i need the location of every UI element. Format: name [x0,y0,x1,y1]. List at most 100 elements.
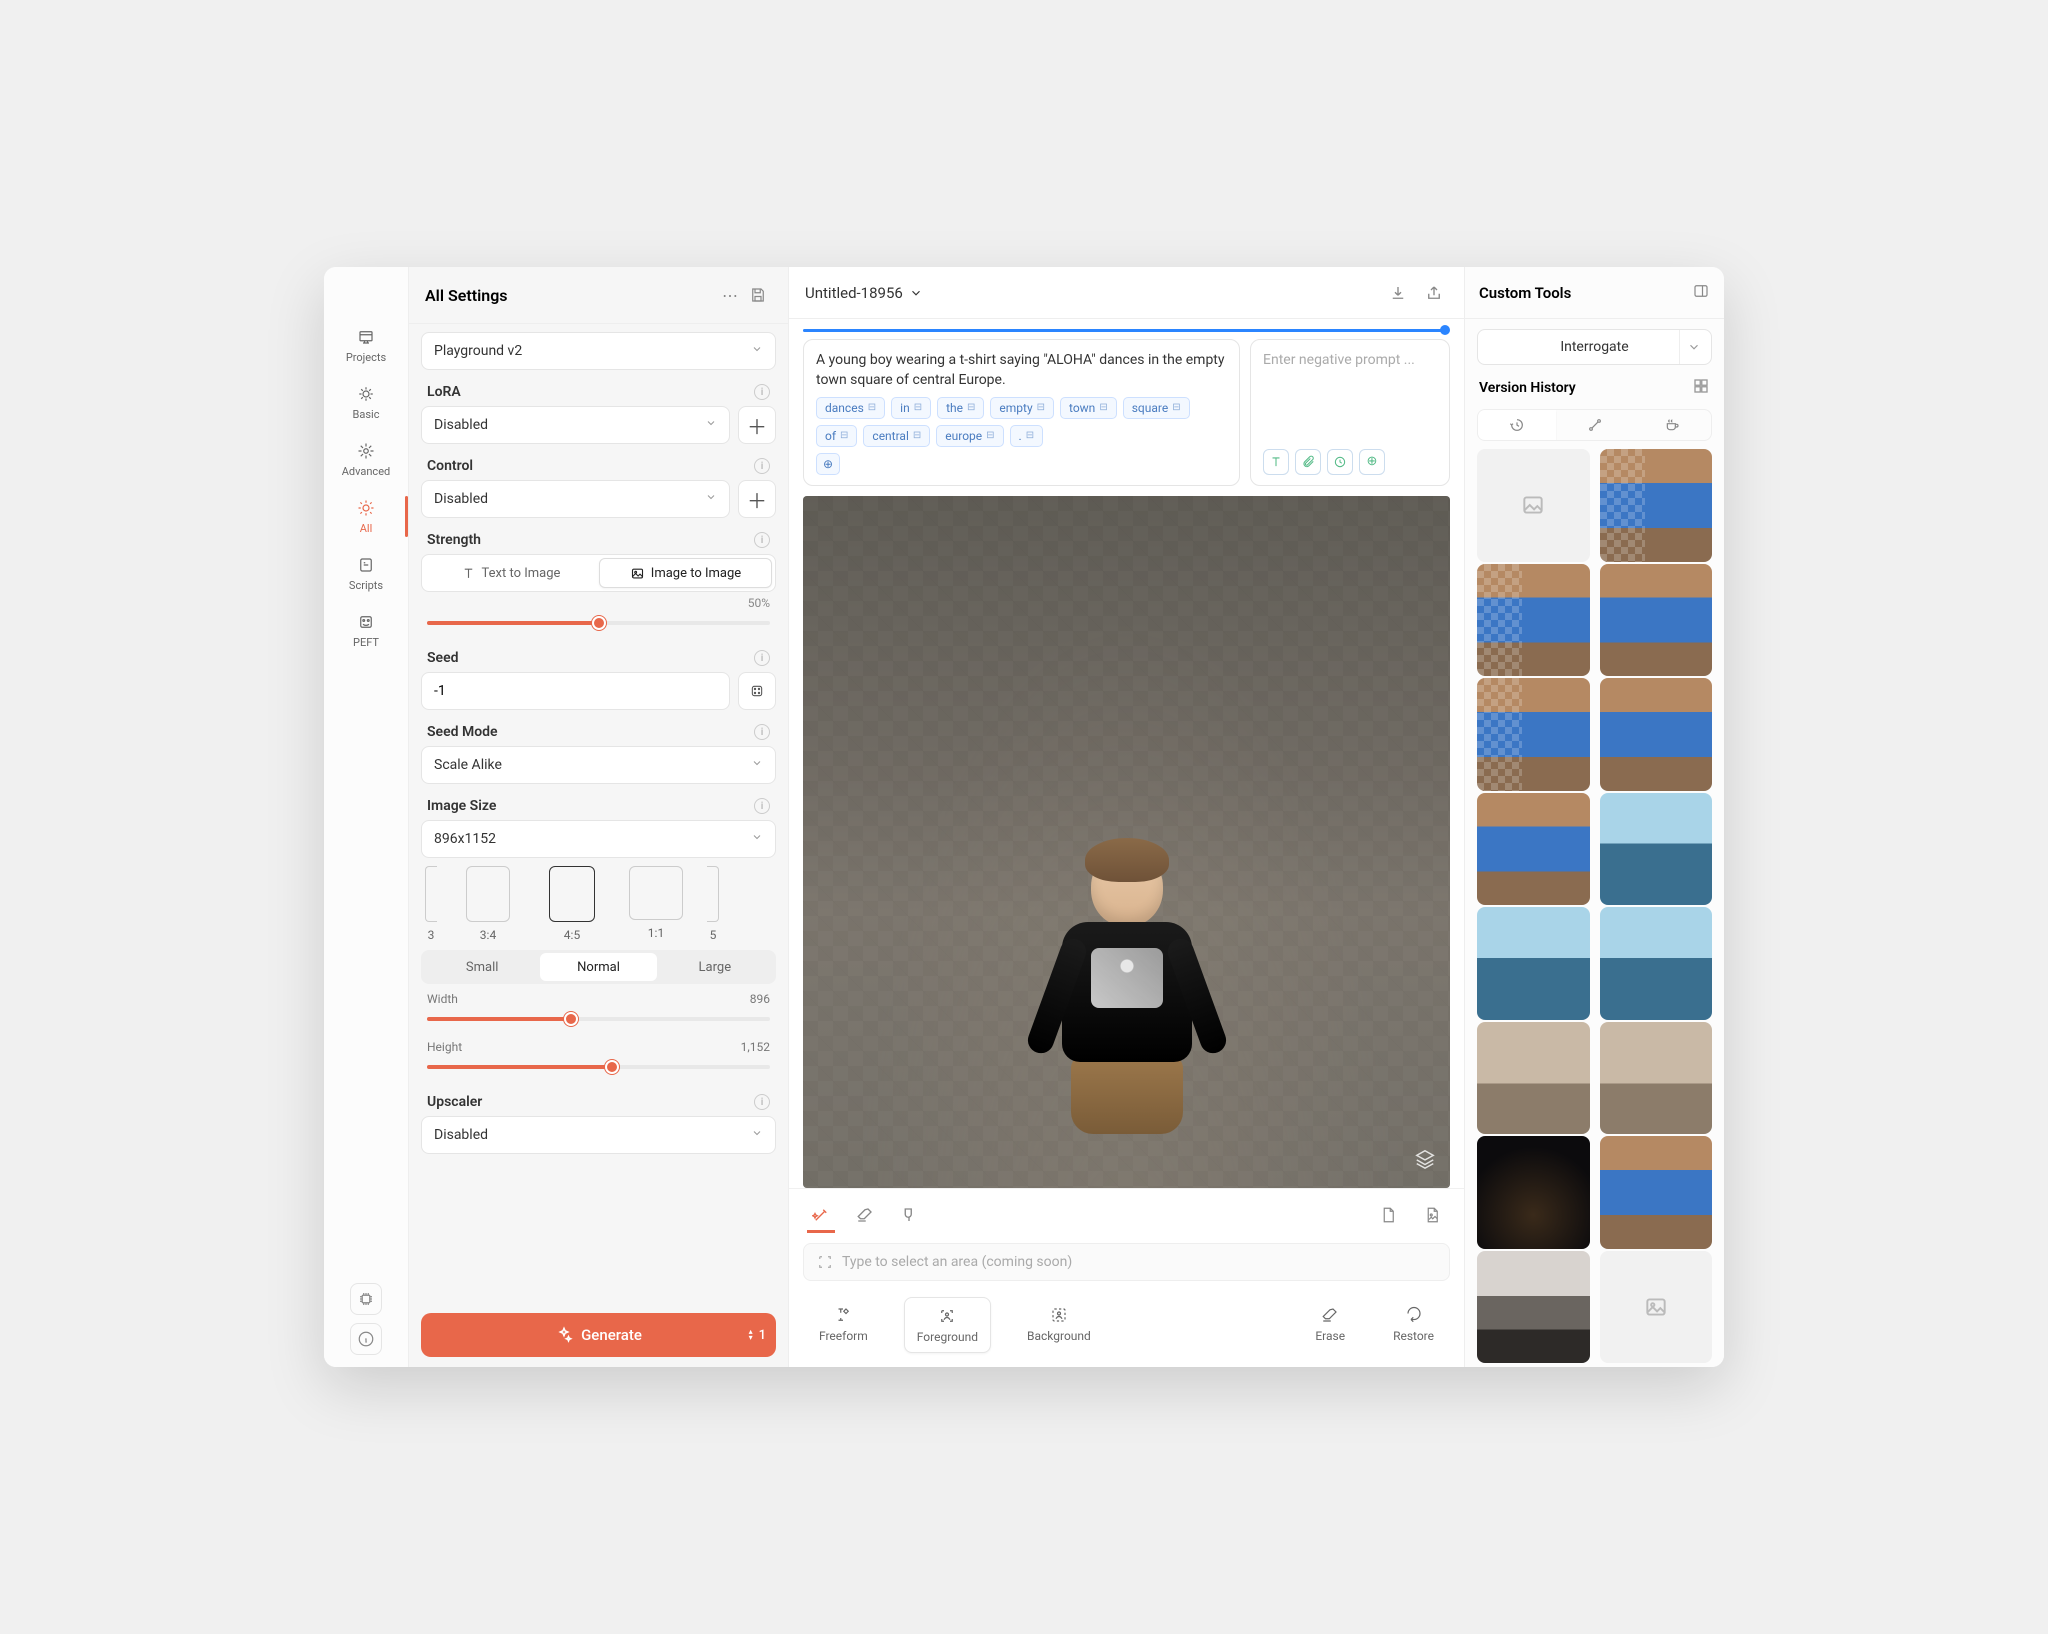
prompt-chip[interactable]: town⊟ [1060,397,1117,419]
history-thumb[interactable] [1477,793,1590,906]
size-normal[interactable]: Normal [540,953,656,981]
history-thumb[interactable] [1477,678,1590,791]
history-tab-branch[interactable] [1556,410,1634,440]
rail-projects[interactable]: Projects [324,317,408,374]
image-to-image-opt[interactable]: Image to Image [599,558,772,588]
tool-freeform[interactable]: Freeform [807,1297,880,1351]
prompt-box[interactable]: A young boy wearing a t-shirt saying "AL… [803,339,1240,486]
history-thumb[interactable] [1477,1136,1590,1249]
history-thumb[interactable] [1600,907,1713,1020]
history-tab-coffee[interactable] [1633,410,1711,440]
chip-remove-icon[interactable]: ⊟ [868,402,876,413]
info-icon[interactable]: i [754,384,770,400]
blank-page-icon[interactable] [1374,1199,1402,1233]
chip-remove-icon[interactable]: ⊟ [914,402,922,413]
chip-remove-icon[interactable]: ⊟ [840,430,848,441]
prompt-chip[interactable]: dances⊟ [816,397,885,419]
chip-remove-icon[interactable]: ⊟ [1172,402,1180,413]
seed-input[interactable] [421,672,730,710]
negative-prompt-box[interactable]: Enter negative prompt ... ⊕ [1250,339,1450,486]
info-icon[interactable]: i [754,458,770,474]
size-large[interactable]: Large [657,953,773,981]
settings-more-icon[interactable]: ⋯ [716,281,744,309]
interrogate-dropdown[interactable] [1679,330,1707,364]
eraser-tool[interactable] [851,1199,879,1233]
neg-clock-icon[interactable] [1327,449,1353,475]
history-tab-recent[interactable] [1478,410,1556,440]
interrogate-button[interactable]: Interrogate [1477,329,1712,365]
history-thumb[interactable] [1600,678,1713,791]
chip-remove-icon[interactable]: ⊟ [913,430,921,441]
strength-mode-segment[interactable]: Text to Image Image to Image [421,554,776,592]
progress-bar[interactable] [803,327,1450,333]
ratio-1-1[interactable]: 1:1 [619,866,693,942]
layers-icon[interactable] [1414,1148,1436,1174]
lora-select[interactable]: Disabled [421,406,730,444]
chip-remove-icon[interactable]: ⊟ [986,430,994,441]
prompt-chip[interactable]: europe⊟ [936,425,1003,447]
control-add-button[interactable]: ＋ [738,480,776,518]
prompt-chip[interactable]: .⊟ [1010,425,1044,447]
thumb-placeholder[interactable] [1600,1251,1713,1364]
chip-add[interactable]: ⊕ [816,453,840,475]
rail-scripts[interactable]: Scripts [324,545,408,602]
generate-button[interactable]: Generate ▴▾1 [421,1313,776,1357]
model-select[interactable]: Playground v2 [421,332,776,370]
history-tabs[interactable] [1477,409,1712,441]
history-thumb[interactable] [1600,1022,1713,1135]
text-to-image-opt[interactable]: Text to Image [425,558,596,588]
tool-erase[interactable]: Erase [1303,1297,1357,1351]
history-thumb[interactable] [1600,449,1713,562]
control-select[interactable]: Disabled [421,480,730,518]
image-size-select[interactable]: 896x1152 [421,820,776,858]
ratio-next[interactable]: 5 [703,866,723,942]
tool-restore[interactable]: Restore [1381,1297,1446,1351]
ratio-4-5[interactable]: 4:5 [535,866,609,942]
width-slider[interactable] [427,1010,770,1028]
chip-remove-icon[interactable]: ⊟ [1037,402,1045,413]
share-icon[interactable] [1420,279,1448,307]
tool-background[interactable]: Background [1015,1297,1103,1351]
settings-save-icon[interactable] [744,281,772,309]
chip-remove-icon[interactable]: ⊟ [1026,430,1034,441]
prompt-chip[interactable]: empty⊟ [990,397,1054,419]
info-icon[interactable]: i [754,724,770,740]
rail-basic[interactable]: Basic [324,374,408,431]
info-icon[interactable]: i [754,650,770,666]
info-icon[interactable]: i [754,1094,770,1110]
info-icon[interactable]: i [754,532,770,548]
seed-random-button[interactable] [738,672,776,710]
history-thumb[interactable] [1477,907,1590,1020]
neg-attach-icon[interactable] [1295,449,1321,475]
lora-add-button[interactable]: ＋ [738,406,776,444]
size-small[interactable]: Small [424,953,540,981]
upscaler-select[interactable]: Disabled [421,1116,776,1154]
wand-tool[interactable] [807,1199,835,1233]
prompt-chip[interactable]: square⊟ [1123,397,1190,419]
chip-remove-icon[interactable]: ⊟ [1099,402,1107,413]
history-thumb[interactable] [1477,1022,1590,1135]
neg-text-icon[interactable] [1263,449,1289,475]
history-thumb[interactable] [1477,564,1590,677]
rail-advanced[interactable]: Advanced [324,431,408,488]
info-icon[interactable]: i [754,798,770,814]
ratio-3-4[interactable]: 3:4 [451,866,525,942]
panel-layout-icon[interactable] [1692,282,1710,304]
history-thumb[interactable] [1600,793,1713,906]
prompt-chip[interactable]: of⊟ [816,425,857,447]
size-segment[interactable]: Small Normal Large [421,950,776,984]
thumb-placeholder[interactable] [1477,449,1590,562]
prompt-chip[interactable]: central⊟ [863,425,930,447]
strength-slider[interactable] [427,614,770,632]
download-icon[interactable] [1384,279,1412,307]
grid-view-icon[interactable] [1692,377,1710,399]
canvas[interactable] [803,496,1450,1188]
brush-tool[interactable] [895,1199,923,1233]
neg-add-icon[interactable]: ⊕ [1359,449,1385,475]
tool-foreground[interactable]: Foreground [904,1297,991,1353]
rail-chip-button[interactable] [350,1283,382,1315]
count-stepper-icon[interactable]: ▴▾ [749,1329,753,1341]
area-select-input[interactable]: Type to select an area (coming soon) [803,1243,1450,1281]
chip-remove-icon[interactable]: ⊟ [967,402,975,413]
ratio-prev[interactable]: 3 [421,866,441,942]
